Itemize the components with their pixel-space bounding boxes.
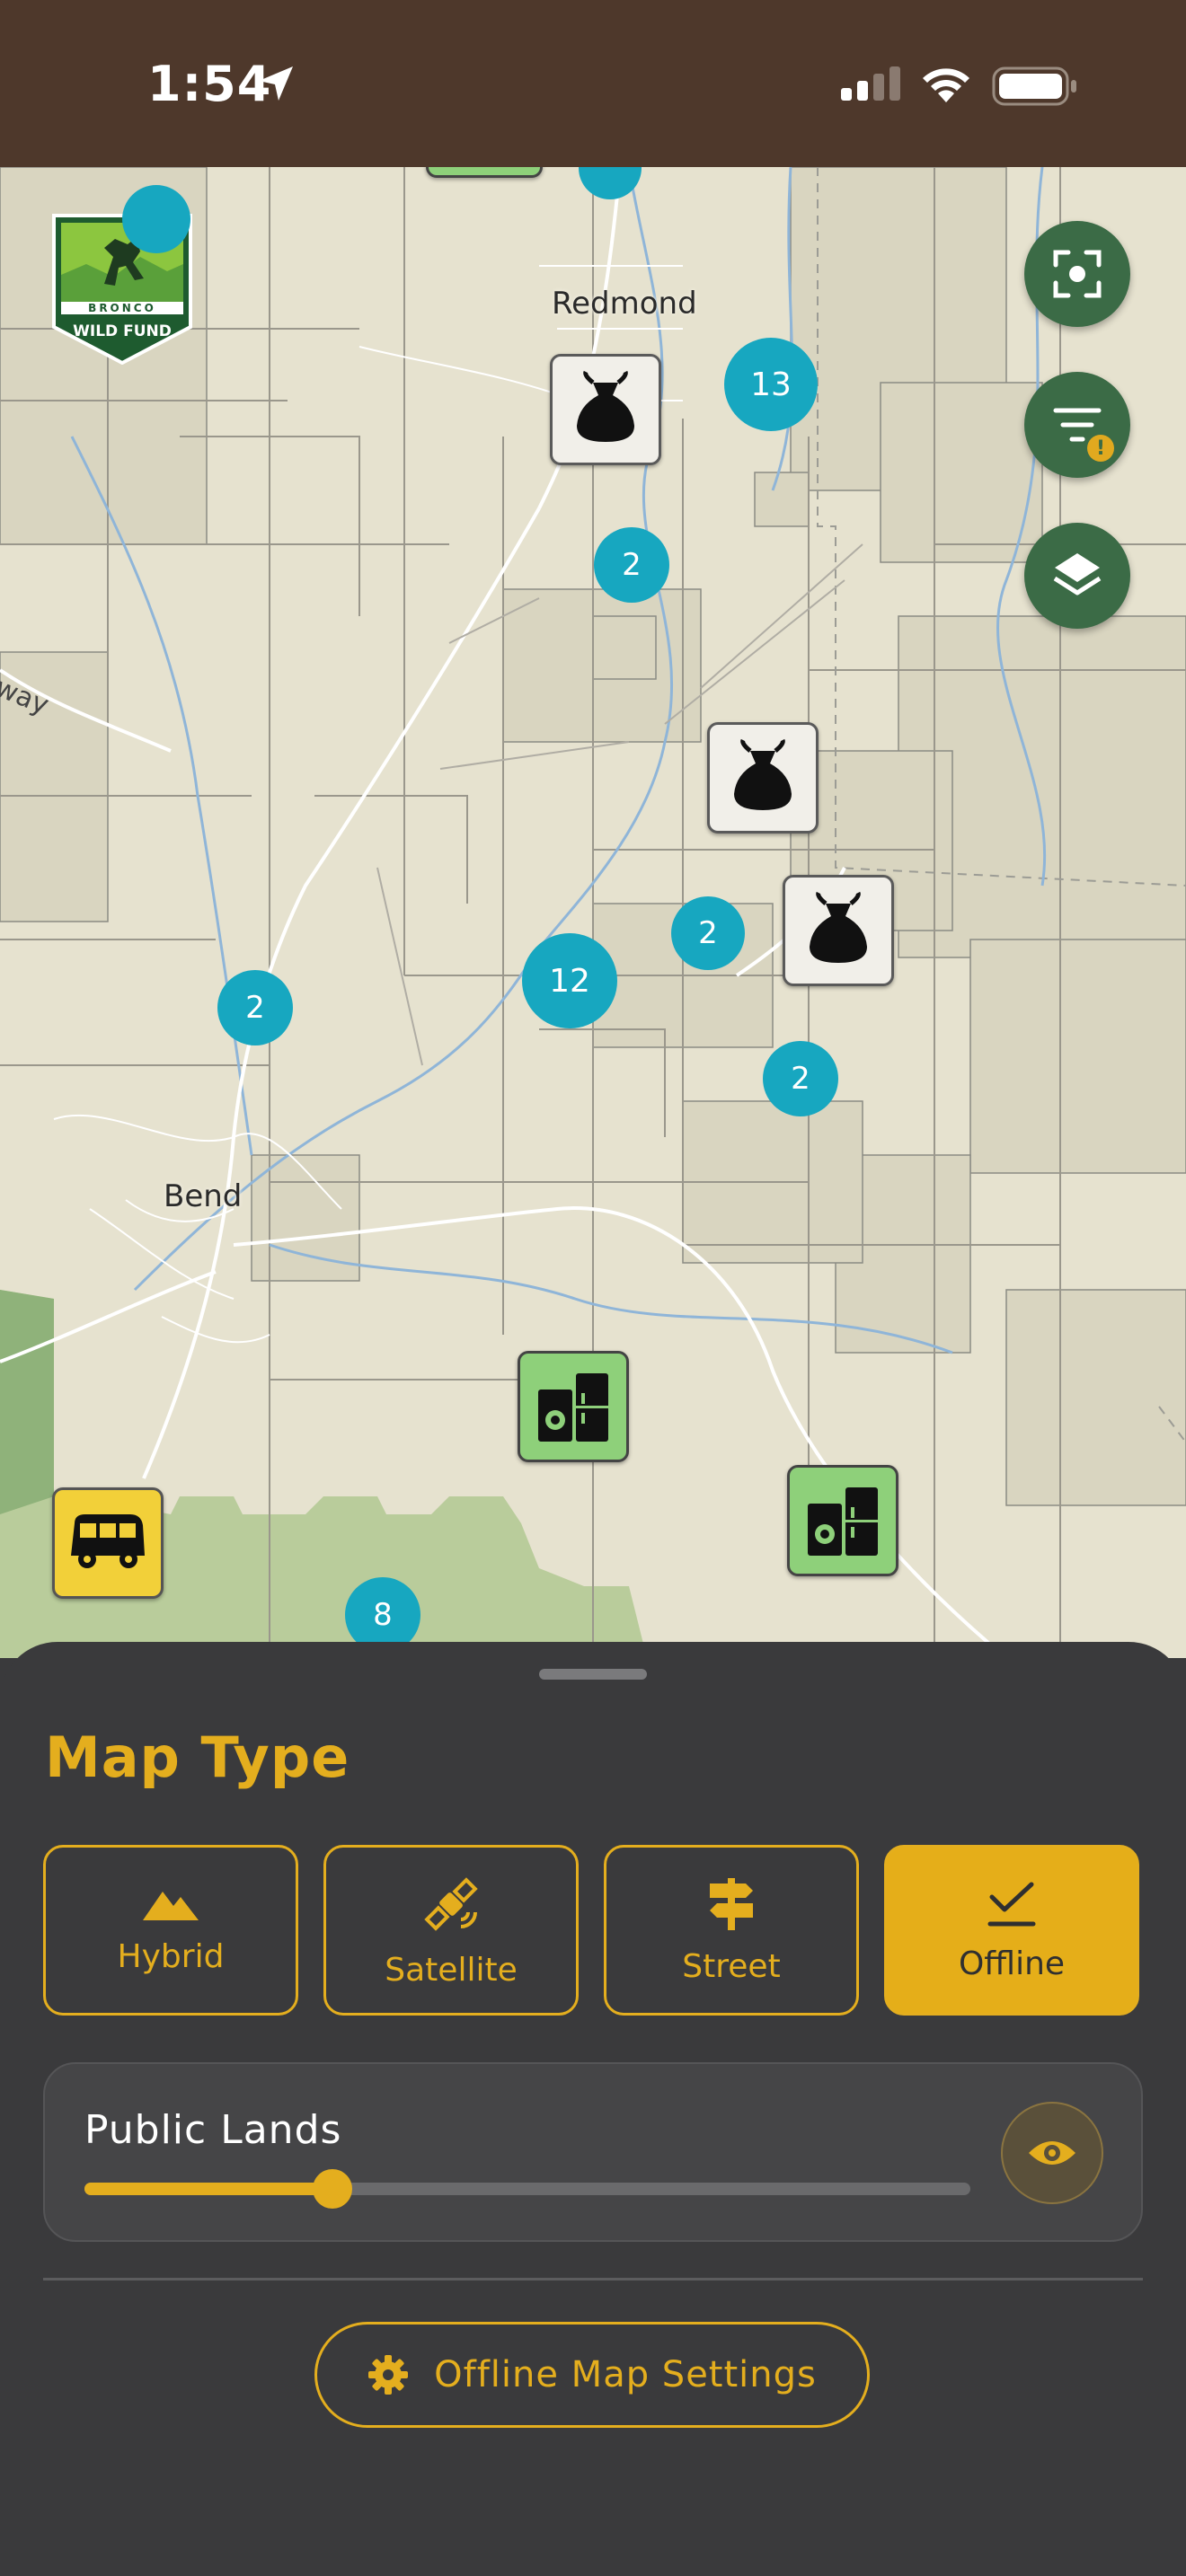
location-arrow-icon (259, 66, 293, 101)
sheet-drag-handle[interactable] (539, 1669, 647, 1680)
map-type-label: Offline (958, 1945, 1066, 1982)
map-cluster[interactable]: 12 (522, 933, 617, 1028)
status-time: 1:54 (147, 56, 272, 112)
filter-warning-badge: ! (1087, 435, 1114, 462)
layer-label: Public Lands (84, 2107, 342, 2153)
layers-icon (1053, 553, 1102, 595)
signpost-icon (710, 1877, 753, 1930)
logo-line-2: WILD FUND (73, 322, 172, 340)
status-bar: 1:54 (0, 0, 1186, 167)
filter-button[interactable]: ! (1024, 372, 1130, 478)
recenter-button[interactable] (1024, 221, 1130, 327)
trash-bag-icon[interactable] (707, 722, 819, 834)
map-type-sheet: Map Type Hybrid Satellite Street Offline… (0, 1642, 1186, 2576)
town-label-bend: Bend (164, 1178, 243, 1214)
satellite-icon (424, 1876, 478, 1931)
map-view[interactable]: BRONCO WILD FUND Redmond Bend way 13 2 2… (0, 167, 1186, 1658)
slider-thumb[interactable] (313, 2169, 353, 2209)
gear-icon (368, 2355, 409, 2395)
recenter-icon (1053, 250, 1102, 298)
sheet-title: Map Type (45, 1725, 350, 1790)
map-type-street-button[interactable]: Street (604, 1845, 859, 2016)
layers-button[interactable] (1024, 523, 1130, 629)
map-cluster[interactable]: 2 (217, 970, 293, 1045)
eye-icon (1029, 2141, 1075, 2165)
map-cluster-partial[interactable] (122, 185, 190, 253)
wifi-icon (923, 68, 969, 102)
map-type-label: Street (682, 1947, 781, 1985)
logo-line-1: BRONCO (88, 302, 156, 314)
map-type-label: Hybrid (117, 1937, 225, 1975)
checkmark-icon (987, 1882, 1036, 1926)
map-type-hybrid-button[interactable]: Hybrid (43, 1845, 298, 2016)
public-lands-layer-card: Public Lands (43, 2062, 1143, 2242)
bus-icon[interactable] (52, 1487, 164, 1599)
map-cluster[interactable]: 13 (724, 338, 818, 431)
settings-button-label: Offline Map Settings (434, 2354, 817, 2395)
map-type-label: Satellite (385, 1951, 518, 1989)
map-cluster[interactable]: 2 (763, 1041, 838, 1116)
town-label-redmond: Redmond (552, 286, 697, 322)
offline-map-settings-button[interactable]: Offline Map Settings (314, 2322, 870, 2428)
map-cluster[interactable]: 2 (594, 527, 669, 603)
map-type-offline-button[interactable]: Offline (884, 1845, 1139, 2016)
mountain-icon (143, 1891, 199, 1920)
sheet-divider (43, 2278, 1143, 2280)
map-cluster[interactable]: 2 (671, 896, 745, 970)
poi-partial[interactable] (426, 167, 543, 178)
slider-fill (84, 2183, 333, 2195)
laundry-icon[interactable] (787, 1465, 898, 1576)
layer-opacity-slider[interactable] (84, 2169, 970, 2209)
cellular-signal-icon (841, 66, 900, 101)
map-type-satellite-button[interactable]: Satellite (323, 1845, 579, 2016)
trash-bag-icon[interactable] (550, 354, 661, 465)
layer-visibility-button[interactable] (1001, 2102, 1103, 2204)
laundry-icon[interactable] (518, 1351, 629, 1462)
battery-icon (992, 66, 1076, 106)
trash-bag-icon[interactable] (783, 875, 894, 986)
